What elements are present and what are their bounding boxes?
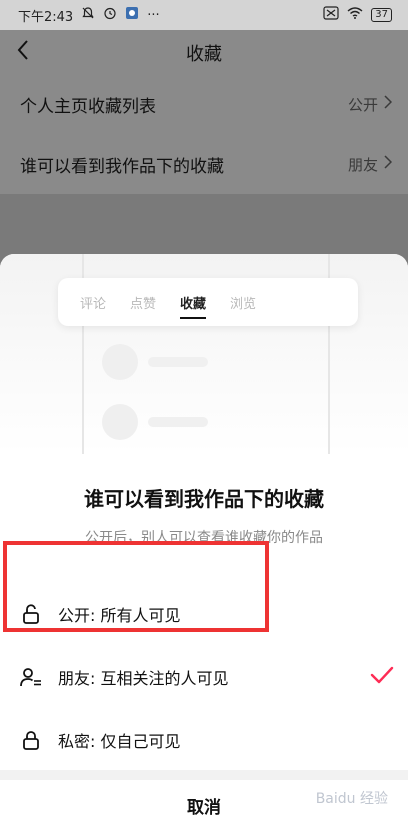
setting-profile-favorites[interactable]: 个人主页收藏列表 公开 bbox=[0, 74, 408, 134]
chevron-right-icon bbox=[384, 95, 393, 113]
more-icon: ··· bbox=[147, 7, 160, 23]
setting-label: 个人主页收藏列表 bbox=[20, 96, 156, 117]
sheet-title: 谁可以看到我作品下的收藏 bbox=[84, 487, 324, 511]
skeleton-row bbox=[102, 402, 302, 442]
setting-value: 公开 bbox=[347, 95, 378, 114]
watermark: Baidu 经验 bbox=[315, 791, 388, 807]
setting-value: 朋友 bbox=[347, 155, 378, 174]
option-private[interactable]: 私密: 仅自己可见 bbox=[0, 710, 408, 770]
highlight-annotation bbox=[3, 541, 269, 632]
friends-icon bbox=[20, 666, 42, 688]
app-notification-icon bbox=[125, 6, 139, 24]
status-bar: 下午2:43 ··· 37 bbox=[0, 0, 408, 30]
alarm-icon bbox=[103, 6, 117, 24]
nav-bar: 收藏 bbox=[0, 30, 408, 74]
chevron-right-icon bbox=[384, 155, 393, 173]
preview-tab-favorite: 收藏 bbox=[180, 293, 207, 319]
divider bbox=[0, 770, 408, 780]
lock-icon bbox=[20, 729, 42, 751]
setting-label: 谁可以看到我作品下的收藏 bbox=[20, 156, 224, 177]
mute-icon bbox=[81, 6, 95, 24]
skeleton-row bbox=[102, 342, 302, 382]
sim-off-icon bbox=[323, 6, 339, 24]
option-label: 私密: 仅自己可见 bbox=[58, 732, 181, 751]
setting-who-can-see-favorites[interactable]: 谁可以看到我作品下的收藏 朋友 bbox=[0, 134, 408, 194]
preview-tab-comment: 评论 bbox=[80, 296, 107, 312]
preview-tab-view: 浏览 bbox=[230, 296, 257, 312]
wifi-icon bbox=[347, 6, 363, 24]
battery-level: 37 bbox=[371, 8, 392, 22]
checkmark-icon bbox=[370, 665, 394, 689]
option-friends[interactable]: 朋友: 互相关注的人可见 bbox=[0, 647, 408, 707]
preview-illustration: 评论 点赞 收藏 浏览 bbox=[0, 254, 408, 454]
option-label: 朋友: 互相关注的人可见 bbox=[58, 669, 229, 688]
preview-tab-like: 点赞 bbox=[130, 296, 157, 312]
page-title: 收藏 bbox=[186, 44, 222, 65]
preview-tab-card: 评论 点赞 收藏 浏览 bbox=[58, 278, 358, 326]
battery-icon: 37 bbox=[371, 8, 392, 22]
status-time: 下午2:43 bbox=[18, 9, 74, 25]
